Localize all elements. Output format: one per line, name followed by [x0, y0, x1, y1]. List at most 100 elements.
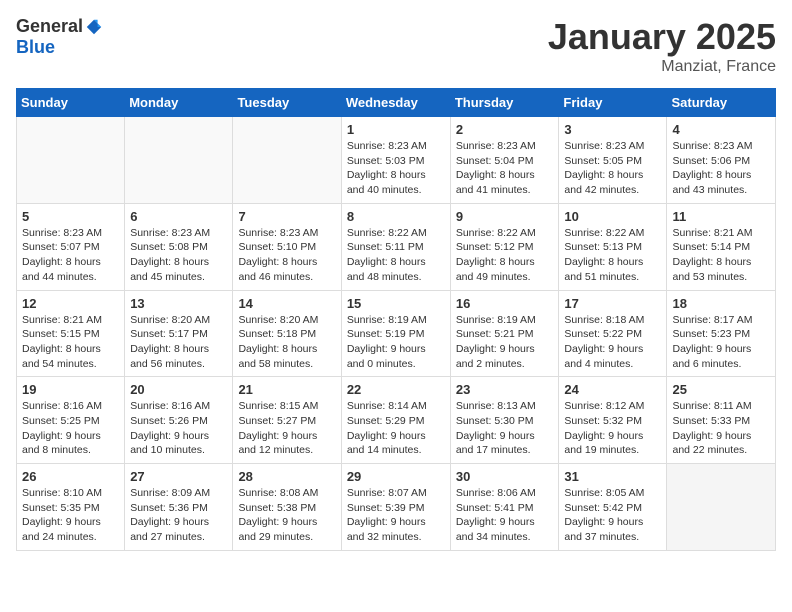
day-number: 10	[564, 209, 661, 224]
day-number: 1	[347, 122, 445, 137]
calendar-day-cell: 20 Sunrise: 8:16 AM Sunset: 5:26 PM Dayli…	[125, 377, 233, 464]
calendar-day-cell: 11Sunrise: 8:21 AM Sunset: 5:14 PM Dayli…	[667, 203, 776, 290]
location-subtitle: Manziat, France	[548, 58, 776, 76]
day-info: Sunrise: 8:14 AM Sunset: 5:29 PM Dayligh…	[347, 399, 445, 458]
calendar-week-row: 1 Sunrise: 8:23 AM Sunset: 5:03 PM Daylig…	[17, 117, 776, 204]
day-number: 4	[672, 122, 770, 137]
day-info: Sunrise: 8:22 AM Sunset: 5:11 PM Dayligh…	[347, 226, 445, 285]
calendar-day-cell: 1 Sunrise: 8:23 AM Sunset: 5:03 PM Daylig…	[341, 117, 450, 204]
day-number: 21	[238, 382, 335, 397]
day-number: 28	[238, 469, 335, 484]
day-number: 20	[130, 382, 227, 397]
day-number: 26	[22, 469, 119, 484]
calendar: SundayMondayTuesdayWednesdayThursdayFrid…	[16, 88, 776, 551]
calendar-day-cell: 19 Sunrise: 8:16 AM Sunset: 5:25 PM Dayli…	[17, 377, 125, 464]
calendar-day-cell	[17, 117, 125, 204]
day-info: Sunrise: 8:21 AM Sunset: 5:14 PM Dayligh…	[672, 226, 770, 285]
calendar-day-cell: 23 Sunrise: 8:13 AM Sunset: 5:30 PM Dayli…	[450, 377, 559, 464]
calendar-day-cell: 10 Sunrise: 8:22 AM Sunset: 5:13 PM Dayli…	[559, 203, 667, 290]
calendar-day-cell: 12 Sunrise: 8:21 AM Sunset: 5:15 PM Dayli…	[17, 290, 125, 377]
weekday-header: Monday	[125, 89, 233, 117]
calendar-week-row: 12 Sunrise: 8:21 AM Sunset: 5:15 PM Dayli…	[17, 290, 776, 377]
calendar-day-cell: 27 Sunrise: 8:09 AM Sunset: 5:36 PM Dayli…	[125, 464, 233, 551]
weekday-header-row: SundayMondayTuesdayWednesdayThursdayFrid…	[17, 89, 776, 117]
day-info: Sunrise: 8:21 AM Sunset: 5:15 PM Dayligh…	[22, 313, 119, 372]
weekday-header: Sunday	[17, 89, 125, 117]
calendar-day-cell: 13Sunrise: 8:20 AM Sunset: 5:17 PM Dayli…	[125, 290, 233, 377]
weekday-header: Tuesday	[233, 89, 341, 117]
day-info: Sunrise: 8:17 AM Sunset: 5:23 PM Dayligh…	[672, 313, 770, 372]
calendar-day-cell: 30Sunrise: 8:06 AM Sunset: 5:41 PM Dayli…	[450, 464, 559, 551]
day-info: Sunrise: 8:10 AM Sunset: 5:35 PM Dayligh…	[22, 486, 119, 545]
logo-blue-text: Blue	[16, 37, 55, 57]
day-info: Sunrise: 8:22 AM Sunset: 5:13 PM Dayligh…	[564, 226, 661, 285]
day-number: 12	[22, 296, 119, 311]
day-info: Sunrise: 8:23 AM Sunset: 5:07 PM Dayligh…	[22, 226, 119, 285]
day-info: Sunrise: 8:18 AM Sunset: 5:22 PM Dayligh…	[564, 313, 661, 372]
day-number: 22	[347, 382, 445, 397]
day-info: Sunrise: 8:23 AM Sunset: 5:06 PM Dayligh…	[672, 139, 770, 198]
calendar-day-cell: 16 Sunrise: 8:19 AM Sunset: 5:21 PM Dayli…	[450, 290, 559, 377]
day-number: 24	[564, 382, 661, 397]
day-info: Sunrise: 8:12 AM Sunset: 5:32 PM Dayligh…	[564, 399, 661, 458]
day-number: 18	[672, 296, 770, 311]
calendar-week-row: 5 Sunrise: 8:23 AM Sunset: 5:07 PM Daylig…	[17, 203, 776, 290]
day-number: 8	[347, 209, 445, 224]
calendar-day-cell: 18 Sunrise: 8:17 AM Sunset: 5:23 PM Dayli…	[667, 290, 776, 377]
calendar-day-cell: 8 Sunrise: 8:22 AM Sunset: 5:11 PM Daylig…	[341, 203, 450, 290]
calendar-day-cell: 29Sunrise: 8:07 AM Sunset: 5:39 PM Dayli…	[341, 464, 450, 551]
calendar-week-row: 26 Sunrise: 8:10 AM Sunset: 5:35 PM Dayli…	[17, 464, 776, 551]
day-number: 5	[22, 209, 119, 224]
calendar-week-row: 19 Sunrise: 8:16 AM Sunset: 5:25 PM Dayli…	[17, 377, 776, 464]
day-number: 15	[347, 296, 445, 311]
calendar-day-cell: 28 Sunrise: 8:08 AM Sunset: 5:38 PM Dayli…	[233, 464, 341, 551]
calendar-day-cell: 26 Sunrise: 8:10 AM Sunset: 5:35 PM Dayli…	[17, 464, 125, 551]
day-info: Sunrise: 8:13 AM Sunset: 5:30 PM Dayligh…	[456, 399, 554, 458]
day-number: 23	[456, 382, 554, 397]
weekday-header: Friday	[559, 89, 667, 117]
day-info: Sunrise: 8:15 AM Sunset: 5:27 PM Dayligh…	[238, 399, 335, 458]
calendar-day-cell	[233, 117, 341, 204]
day-number: 2	[456, 122, 554, 137]
day-number: 25	[672, 382, 770, 397]
day-info: Sunrise: 8:11 AM Sunset: 5:33 PM Dayligh…	[672, 399, 770, 458]
day-number: 9	[456, 209, 554, 224]
day-info: Sunrise: 8:23 AM Sunset: 5:10 PM Dayligh…	[238, 226, 335, 285]
day-number: 19	[22, 382, 119, 397]
calendar-day-cell: 3Sunrise: 8:23 AM Sunset: 5:05 PM Daylig…	[559, 117, 667, 204]
calendar-day-cell: 31 Sunrise: 8:05 AM Sunset: 5:42 PM Dayli…	[559, 464, 667, 551]
logo: General Blue	[16, 16, 103, 58]
day-number: 17	[564, 296, 661, 311]
logo-icon	[85, 18, 103, 36]
calendar-day-cell: 2 Sunrise: 8:23 AM Sunset: 5:04 PM Daylig…	[450, 117, 559, 204]
calendar-day-cell: 22 Sunrise: 8:14 AM Sunset: 5:29 PM Dayli…	[341, 377, 450, 464]
day-info: Sunrise: 8:23 AM Sunset: 5:03 PM Dayligh…	[347, 139, 445, 198]
day-info: Sunrise: 8:22 AM Sunset: 5:12 PM Dayligh…	[456, 226, 554, 285]
month-title: January 2025	[548, 16, 776, 58]
header: General Blue January 2025 Manziat, Franc…	[16, 16, 776, 76]
day-number: 16	[456, 296, 554, 311]
day-number: 31	[564, 469, 661, 484]
day-info: Sunrise: 8:23 AM Sunset: 5:08 PM Dayligh…	[130, 226, 227, 285]
calendar-day-cell: 4 Sunrise: 8:23 AM Sunset: 5:06 PM Daylig…	[667, 117, 776, 204]
day-info: Sunrise: 8:23 AM Sunset: 5:05 PM Dayligh…	[564, 139, 661, 198]
calendar-day-cell: 6Sunrise: 8:23 AM Sunset: 5:08 PM Daylig…	[125, 203, 233, 290]
day-info: Sunrise: 8:19 AM Sunset: 5:19 PM Dayligh…	[347, 313, 445, 372]
day-info: Sunrise: 8:09 AM Sunset: 5:36 PM Dayligh…	[130, 486, 227, 545]
day-info: Sunrise: 8:23 AM Sunset: 5:04 PM Dayligh…	[456, 139, 554, 198]
calendar-day-cell: 25 Sunrise: 8:11 AM Sunset: 5:33 PM Dayli…	[667, 377, 776, 464]
day-number: 27	[130, 469, 227, 484]
weekday-header: Saturday	[667, 89, 776, 117]
day-info: Sunrise: 8:05 AM Sunset: 5:42 PM Dayligh…	[564, 486, 661, 545]
calendar-day-cell: 17 Sunrise: 8:18 AM Sunset: 5:22 PM Dayli…	[559, 290, 667, 377]
day-info: Sunrise: 8:16 AM Sunset: 5:25 PM Dayligh…	[22, 399, 119, 458]
day-info: Sunrise: 8:19 AM Sunset: 5:21 PM Dayligh…	[456, 313, 554, 372]
day-number: 29	[347, 469, 445, 484]
calendar-day-cell	[125, 117, 233, 204]
calendar-day-cell: 5 Sunrise: 8:23 AM Sunset: 5:07 PM Daylig…	[17, 203, 125, 290]
calendar-day-cell: 9 Sunrise: 8:22 AM Sunset: 5:12 PM Daylig…	[450, 203, 559, 290]
day-info: Sunrise: 8:08 AM Sunset: 5:38 PM Dayligh…	[238, 486, 335, 545]
day-info: Sunrise: 8:16 AM Sunset: 5:26 PM Dayligh…	[130, 399, 227, 458]
day-number: 14	[238, 296, 335, 311]
day-number: 30	[456, 469, 554, 484]
